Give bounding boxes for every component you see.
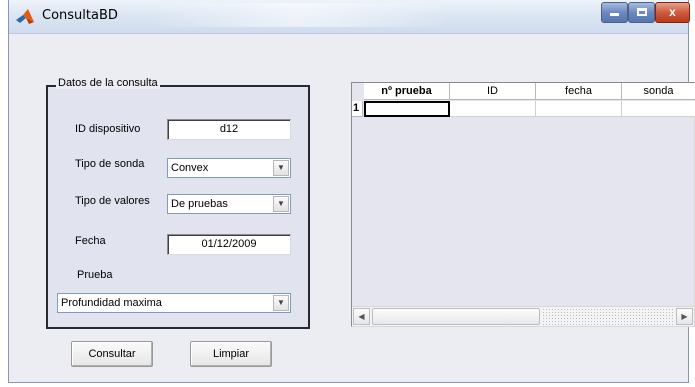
table-cell[interactable] bbox=[364, 101, 450, 117]
close-button[interactable]: x bbox=[655, 2, 690, 23]
scrollbar-thumb[interactable] bbox=[372, 308, 540, 325]
close-icon: x bbox=[669, 5, 676, 19]
value-type-label: Tipo de valores bbox=[75, 195, 150, 207]
horizontal-scrollbar[interactable]: ◀ ▶ bbox=[352, 306, 694, 326]
table-header: nº prueba ID fecha sonda bbox=[352, 83, 695, 100]
matlab-icon bbox=[16, 9, 34, 24]
column-header-date[interactable]: fecha bbox=[536, 83, 622, 100]
value-type-value: De pruebas bbox=[171, 198, 228, 210]
scrollbar-track[interactable] bbox=[542, 308, 674, 325]
table-cell[interactable] bbox=[622, 101, 695, 117]
device-id-field[interactable]: d12 bbox=[167, 119, 291, 140]
probe-type-label: Tipo de sonda bbox=[75, 158, 145, 170]
group-legend: Datos de la consulta bbox=[56, 77, 160, 89]
title-bar[interactable]: ConsultaBD x bbox=[9, 0, 690, 34]
test-select[interactable]: Profundidad maxima ▼ bbox=[57, 293, 291, 313]
probe-type-select[interactable]: Convex ▼ bbox=[167, 158, 291, 178]
maximize-button[interactable] bbox=[628, 2, 655, 23]
minimize-button[interactable] bbox=[601, 2, 628, 23]
date-label: Fecha bbox=[75, 235, 106, 247]
clear-button[interactable]: Limpiar bbox=[190, 341, 272, 367]
test-value: Profundidad maxima bbox=[61, 297, 162, 309]
chevron-down-icon[interactable]: ▼ bbox=[273, 160, 289, 176]
probe-type-value: Convex bbox=[171, 162, 209, 174]
row-header[interactable]: 1 bbox=[352, 101, 363, 117]
arrow-right-icon[interactable]: ▶ bbox=[676, 308, 693, 325]
arrow-left-icon[interactable]: ◀ bbox=[353, 308, 370, 325]
chevron-down-icon[interactable]: ▼ bbox=[273, 295, 289, 311]
table-cell[interactable] bbox=[536, 101, 622, 117]
chevron-down-icon[interactable]: ▼ bbox=[273, 196, 289, 212]
consult-button[interactable]: Consultar bbox=[71, 341, 153, 367]
test-label: Prueba bbox=[77, 269, 113, 281]
device-id-label: ID dispositivo bbox=[75, 123, 141, 135]
table-cell[interactable] bbox=[450, 101, 536, 117]
date-field[interactable]: 01/12/2009 bbox=[167, 234, 291, 255]
minimize-icon bbox=[610, 13, 619, 16]
maximize-icon bbox=[636, 8, 647, 16]
column-header-probe[interactable]: sonda bbox=[622, 83, 695, 100]
column-header-test-number[interactable]: nº prueba bbox=[364, 83, 450, 100]
column-header-id[interactable]: ID bbox=[450, 83, 536, 100]
value-type-select[interactable]: De pruebas ▼ bbox=[167, 194, 291, 214]
title-glare bbox=[149, 3, 449, 27]
window-title: ConsultaBD bbox=[42, 8, 118, 23]
main-window: ConsultaBD x Datos de la consulta ID dis… bbox=[8, 0, 695, 383]
results-table[interactable]: nº prueba ID fecha sonda 1 ◀ ▶ bbox=[351, 82, 695, 327]
